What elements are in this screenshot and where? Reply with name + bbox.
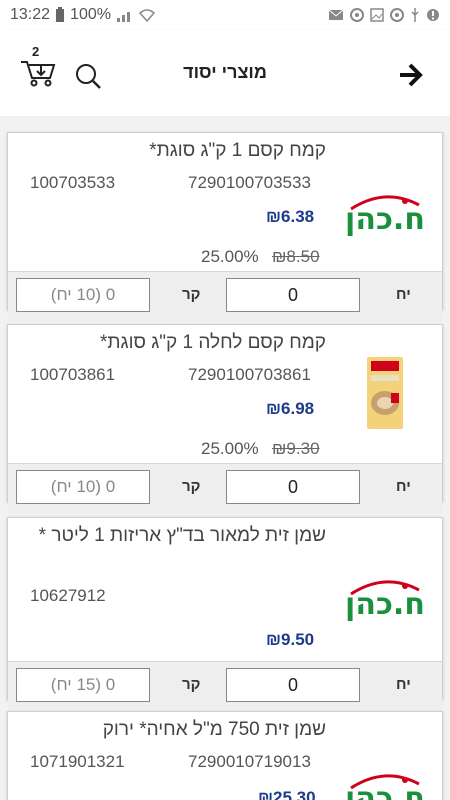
unit-quantity-input[interactable]: 0	[226, 668, 360, 702]
product-list[interactable]: קמח קסם 1 ק"ג סוגת* 7290100703533 100703…	[0, 116, 450, 800]
unit-quantity-input[interactable]: 0	[226, 470, 360, 504]
product-card[interactable]: שמן זית 750 מ"ל אחיה* ירוק 7290010719013…	[7, 711, 443, 800]
box-quantity-input[interactable]: 0 (10 יח)	[16, 470, 150, 504]
battery-icon	[56, 7, 65, 22]
product-barcode: 7290100703861	[188, 365, 311, 384]
status-left: 13:22 100%	[10, 6, 155, 24]
product-old-price: ₪9.30	[272, 439, 320, 458]
status-right	[328, 7, 440, 23]
product-price: ₪6.38	[266, 207, 315, 226]
brand-logo: ח.כהן	[345, 580, 425, 622]
product-card[interactable]: שמן זית למאור בד"ץ אריזות 1 ליטר * 10627…	[7, 517, 443, 711]
quantity-row: יח 0 קר 0 (10 יח)	[8, 463, 442, 513]
svg-text:ח.כהן: ח.כהן	[345, 202, 425, 237]
svg-text:ח.כהן: ח.כהן	[345, 587, 425, 622]
product-card[interactable]: קמח קסם לחלה 1 ק"ג סוגת* 7290100703861 1…	[7, 324, 443, 513]
svg-text:ח.כהן: ח.כהן	[345, 781, 425, 800]
box-quantity-input[interactable]: 0 (10 יח)	[16, 278, 150, 312]
product-price: ₪9.50	[266, 630, 315, 649]
product-name: קמח קסם לחלה 1 ק"ג סוגת*	[100, 332, 326, 353]
product-sku: 100703861	[30, 365, 116, 384]
product-name: שמן זית 750 מ"ל אחיה* ירוק	[102, 719, 326, 740]
wifi-icon	[138, 9, 155, 22]
flour-bag-image	[367, 357, 403, 429]
box-label: קר	[182, 676, 201, 693]
product-barcode: 7290010719013	[188, 752, 311, 771]
product-discount: 25.00%	[201, 439, 259, 458]
signal-icon	[116, 12, 130, 22]
product-price: ₪25.30	[258, 788, 316, 800]
unit-quantity-input[interactable]: 0	[226, 278, 360, 312]
unit-label: יח	[396, 478, 411, 495]
box-label: קר	[182, 286, 201, 303]
product-sku: 10627912	[30, 586, 106, 605]
product-old-price: ₪8.50	[272, 247, 320, 266]
status-battery: 100%	[70, 6, 111, 23]
image-icon	[370, 8, 384, 22]
product-name: קמח קסם 1 ק"ג סוגת*	[149, 140, 326, 161]
product-sku: 100703533	[30, 173, 116, 192]
arrow-right-icon	[400, 63, 423, 87]
status-time: 13:22	[10, 6, 51, 23]
unit-label: יח	[396, 676, 411, 693]
alert-icon	[427, 9, 439, 21]
status-bar: 13:22 100%	[0, 0, 450, 30]
box-label: קר	[182, 478, 201, 495]
app-icon-2	[390, 8, 404, 22]
product-card[interactable]: קמח קסם 1 ק"ג סוגת* 7290100703533 100703…	[7, 132, 443, 321]
mail-icon	[328, 9, 344, 20]
box-quantity-input[interactable]: 0 (15 יח)	[16, 668, 150, 702]
product-price: ₪6.98	[266, 399, 315, 418]
product-discount: 25.00%	[201, 247, 259, 266]
product-name: שמן זית למאור בד"ץ אריזות 1 ליטר *	[38, 525, 326, 546]
product-sku: 1071901321	[30, 752, 125, 771]
app-icon-1	[350, 8, 364, 22]
app-header: 2 מוצרי יסוד	[0, 30, 450, 116]
brand-logo: ח.כהן	[345, 774, 425, 800]
unit-label: יח	[396, 286, 411, 303]
quantity-row: יח 0 קר 0 (10 יח)	[8, 271, 442, 321]
back-button[interactable]	[396, 62, 426, 88]
page-title: מוצרי יסוד	[183, 62, 267, 82]
quantity-row: יח 0 קר 0 (15 יח)	[8, 661, 442, 711]
product-barcode: 7290100703533	[188, 173, 311, 192]
usb-icon	[411, 8, 419, 22]
brand-logo: ח.כהן	[345, 195, 425, 237]
